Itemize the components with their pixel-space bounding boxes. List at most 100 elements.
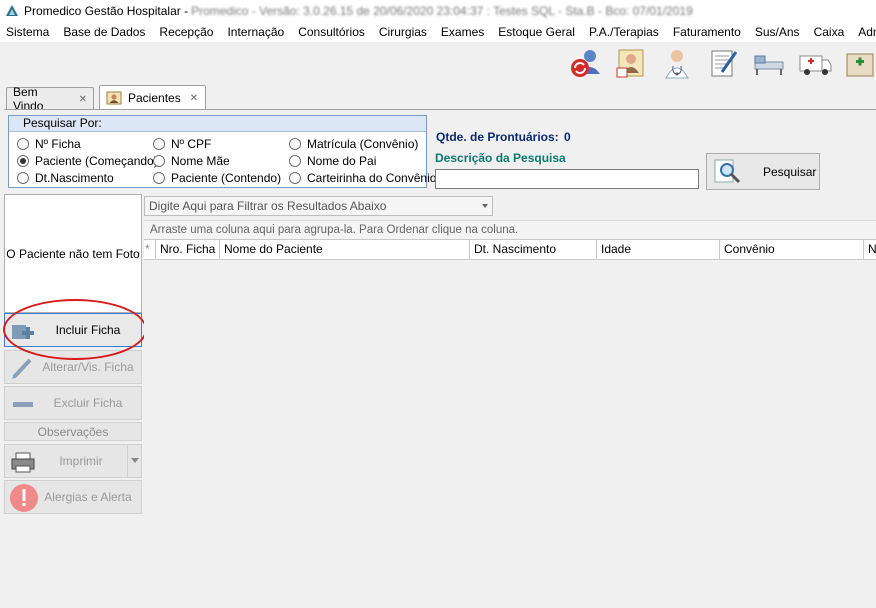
- imprimir-label: Imprimir: [59, 454, 103, 468]
- filter-dropdown-arrow-icon[interactable]: [482, 204, 488, 208]
- pharmacy-icon[interactable]: [844, 46, 876, 80]
- radio-paciente-contendo-dot: [153, 172, 165, 184]
- radio-n-ficha-dot: [17, 138, 29, 150]
- menu-base-de-dados[interactable]: Base de Dados: [56, 25, 152, 39]
- app-window: Promedico Gestão Hospitalar - Promedico …: [0, 0, 876, 608]
- app-logo-icon: [6, 5, 18, 16]
- alterar-ficha-button[interactable]: Alterar/Vis. Ficha: [4, 350, 142, 384]
- excluir-ficha-button[interactable]: Excluir Ficha: [4, 386, 142, 420]
- printer-icon: [11, 452, 35, 473]
- tab-bem-vindo[interactable]: Bem Vindo ✕: [6, 85, 94, 113]
- alergias-alerta-button[interactable]: Alergias e Alerta: [4, 480, 142, 514]
- menu-faturamento[interactable]: Faturamento: [666, 25, 748, 39]
- observacoes-label: Observações: [37, 424, 109, 439]
- window-title: Promedico Gestão Hospitalar -: [24, 4, 189, 18]
- radio-nome-pai[interactable]: Nome do Pai: [289, 154, 376, 168]
- col-convenio[interactable]: Convênio: [720, 240, 864, 259]
- radio-nome-pai-label: Nome do Pai: [307, 154, 377, 168]
- hospital-bed-icon[interactable]: [752, 46, 786, 80]
- qtd-prontuarios-label: Qtde. de Prontuários:: [436, 130, 559, 144]
- col-idade[interactable]: Idade: [597, 240, 720, 259]
- window-title-details: Promedico - Versão: 3.0.26.15 de 20/06/2…: [191, 4, 693, 18]
- radio-nome-mae-dot: [153, 155, 165, 167]
- radio-n-ficha[interactable]: Nº Ficha: [17, 137, 81, 151]
- col-dt-nascimento[interactable]: Dt. Nascimento: [470, 240, 597, 259]
- refresh-users-icon[interactable]: [568, 46, 602, 80]
- pesquisar-button-label: Pesquisar: [763, 164, 817, 179]
- tab-divider: [4, 109, 876, 110]
- menu-caixa[interactable]: Caixa: [807, 25, 852, 39]
- title-bar: Promedico Gestão Hospitalar - Promedico …: [0, 0, 876, 22]
- patients-tab-icon: [106, 91, 122, 105]
- radio-matricula[interactable]: Matrícula (Convênio): [289, 137, 418, 151]
- menu-administracao[interactable]: Adminis: [851, 25, 876, 39]
- tab-pacientes[interactable]: Pacientes ✕: [99, 85, 206, 110]
- toolbar: [0, 42, 876, 86]
- ambulance-icon[interactable]: [798, 46, 832, 80]
- menu-internacao[interactable]: Internação: [220, 25, 291, 39]
- group-by-panel[interactable]: Arraste uma coluna aqui para agrupa-la. …: [144, 220, 876, 239]
- radio-matricula-dot: [289, 138, 301, 150]
- grid-filter-combo[interactable]: Digite Aqui para Filtrar os Resultados A…: [144, 196, 493, 216]
- menu-consultorios[interactable]: Consultórios: [291, 25, 372, 39]
- radio-nome-pai-dot: [289, 155, 301, 167]
- menu-sus-ans[interactable]: Sus/Ans: [748, 25, 807, 39]
- pesquisar-button[interactable]: Pesquisar: [706, 153, 820, 190]
- col-n[interactable]: N: [864, 240, 876, 259]
- menu-recepcao[interactable]: Recepção: [152, 25, 220, 39]
- radio-n-cpf-dot: [153, 138, 165, 150]
- chevron-down-icon: [131, 458, 139, 463]
- incluir-ficha-button[interactable]: Incluir Ficha: [4, 313, 142, 347]
- radio-carteirinha[interactable]: Carteirinha do Convênio: [289, 171, 436, 185]
- radio-matricula-label: Matrícula (Convênio): [307, 137, 419, 151]
- descricao-pesquisa-input[interactable]: [435, 169, 699, 189]
- remove-record-icon: [13, 402, 33, 407]
- add-record-icon: [12, 325, 34, 339]
- magnifier-icon: [714, 159, 741, 183]
- menu-exames[interactable]: Exames: [434, 25, 491, 39]
- incluir-ficha-label: Incluir Ficha: [55, 323, 121, 337]
- alergias-alerta-label: Alergias e Alerta: [44, 490, 132, 504]
- edit-pencil-icon: [12, 358, 32, 379]
- tab-pacientes-close-icon[interactable]: ✕: [190, 93, 198, 104]
- menu-pa-terapias[interactable]: P.A./Terapias: [582, 25, 666, 39]
- descricao-pesquisa-label: Descrição da Pesquisa: [435, 151, 566, 165]
- radio-nome-mae[interactable]: Nome Mãe: [153, 154, 230, 168]
- radio-dt-nascimento-label: Dt.Nascimento: [35, 171, 114, 185]
- patient-photo-text: O Paciente não tem Foto: [6, 246, 140, 261]
- document-pen-icon[interactable]: [706, 46, 740, 80]
- observacoes-button[interactable]: Observações: [4, 422, 142, 441]
- tab-bem-vindo-close-icon[interactable]: ✕: [79, 94, 87, 105]
- menu-sistema[interactable]: Sistema: [0, 25, 56, 39]
- radio-n-cpf-label: Nº CPF: [171, 137, 212, 151]
- radio-paciente-comecando-dot: [17, 155, 29, 167]
- group-by-hint: Arraste uma coluna aqui para agrupa-la. …: [150, 224, 519, 236]
- radio-paciente-contendo[interactable]: Paciente (Contendo): [153, 171, 281, 185]
- doctor-icon[interactable]: [660, 46, 694, 80]
- grid-header-row: * Nro. Ficha Nome do Paciente Dt. Nascim…: [144, 239, 876, 260]
- radio-n-ficha-label: Nº Ficha: [35, 137, 81, 151]
- search-group-title: Pesquisar Por:: [9, 116, 426, 132]
- imprimir-dropdown-arrow[interactable]: [127, 445, 141, 477]
- alterar-ficha-label: Alterar/Vis. Ficha: [42, 360, 134, 374]
- col-nro-ficha[interactable]: Nro. Ficha: [156, 240, 220, 259]
- radio-dt-nascimento-dot: [17, 172, 29, 184]
- radio-n-cpf[interactable]: Nº CPF: [153, 137, 211, 151]
- patient-photo-icon[interactable]: [614, 46, 648, 80]
- menu-estoque-geral[interactable]: Estoque Geral: [491, 25, 582, 39]
- row-indicator-cell[interactable]: *: [144, 240, 156, 259]
- tab-pacientes-label: Pacientes: [128, 91, 181, 105]
- patient-photo-placeholder: O Paciente não tem Foto: [4, 194, 142, 313]
- grid-filter-placeholder: Digite Aqui para Filtrar os Resultados A…: [149, 199, 387, 213]
- imprimir-button[interactable]: Imprimir: [4, 444, 142, 478]
- menu-cirurgias[interactable]: Cirurgias: [372, 25, 434, 39]
- excluir-ficha-label: Excluir Ficha: [53, 396, 123, 410]
- col-nome-paciente[interactable]: Nome do Paciente: [220, 240, 470, 259]
- search-options-group: Pesquisar Por: Nº Ficha Nº CPF Matrícula…: [8, 115, 436, 188]
- menu-bar: Sistema Base de Dados Recepção Internaçã…: [0, 22, 876, 42]
- radio-dt-nascimento[interactable]: Dt.Nascimento: [17, 171, 114, 185]
- radio-paciente-comecando[interactable]: Paciente (Começando): [17, 154, 158, 168]
- qtd-prontuarios-value: 0: [564, 130, 571, 144]
- radio-paciente-comecando-label: Paciente (Começando): [35, 154, 158, 168]
- radio-carteirinha-label: Carteirinha do Convênio: [307, 171, 437, 185]
